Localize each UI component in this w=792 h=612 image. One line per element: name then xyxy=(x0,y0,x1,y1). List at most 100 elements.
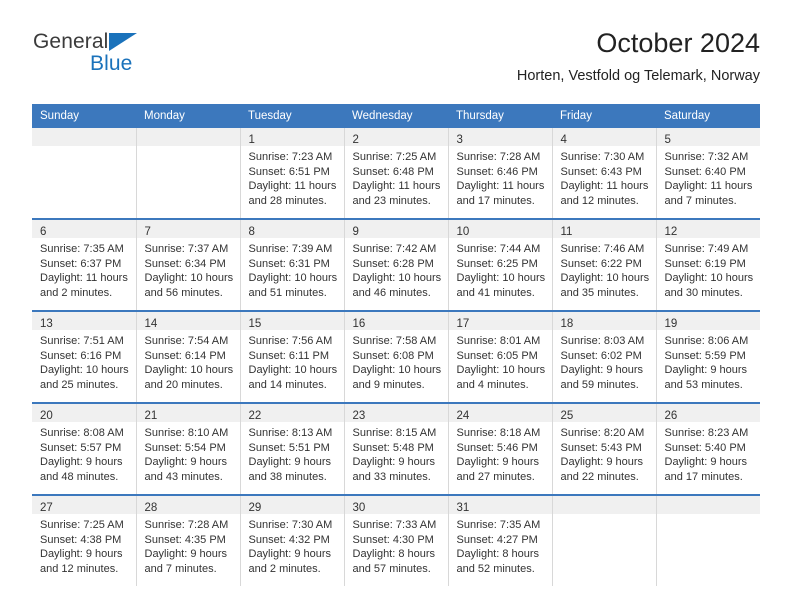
weekday-header-sunday: Sunday xyxy=(32,104,136,128)
day-number-band: 5 xyxy=(656,128,760,146)
day-detail-lines: Sunrise: 7:25 AM Sunset: 6:48 PM Daylight:… xyxy=(345,146,448,208)
day-cell-inner: 14 Sunrise: 7:54 AM Sunset: 6:14 PM Dayligh… xyxy=(136,312,240,402)
day-detail-lines: Sunrise: 8:06 AM Sunset: 5:59 PM Daylight:… xyxy=(657,330,761,392)
day-cell-inner: 1 Sunrise: 7:23 AM Sunset: 6:51 PM Daylight… xyxy=(240,128,344,218)
calendar-day-cell-31[interactable]: 31 Sunrise: 7:35 AM Sunset: 4:27 PM Dayligh… xyxy=(448,494,553,586)
calendar-day-cell-12[interactable]: 12 Sunrise: 7:49 AM Sunset: 6:19 PM Dayligh… xyxy=(656,218,760,311)
day-detail-lines: Sunrise: 7:35 AM Sunset: 4:27 PM Daylight:… xyxy=(449,514,552,576)
day-number: 25 xyxy=(560,410,574,422)
sunset-text: Sunset: 6:11 PM xyxy=(248,349,330,362)
calendar-day-cell-2[interactable]: 2 Sunrise: 7:25 AM Sunset: 6:48 PM Daylight… xyxy=(344,128,449,219)
calendar-day-cell-17[interactable]: 17 Sunrise: 8:01 AM Sunset: 6:05 PM Dayligh… xyxy=(448,310,553,403)
day-cell-inner: 3 Sunrise: 7:28 AM Sunset: 6:46 PM Daylight… xyxy=(448,128,552,218)
sunset-text: Sunset: 5:59 PM xyxy=(664,349,746,362)
daylight-text: and 22 minutes. xyxy=(560,470,639,483)
calendar-day-cell-19[interactable]: 19 Sunrise: 8:06 AM Sunset: 5:59 PM Dayligh… xyxy=(656,310,761,403)
sunset-text: Sunset: 5:46 PM xyxy=(456,441,538,454)
sunset-text: Sunset: 5:40 PM xyxy=(664,441,746,454)
calendar-day-cell-10[interactable]: 10 Sunrise: 7:44 AM Sunset: 6:25 PM Dayligh… xyxy=(448,218,553,311)
sunrise-text: Sunrise: 7:25 AM xyxy=(352,151,437,163)
day-detail-lines: Sunrise: 8:13 AM Sunset: 5:51 PM Daylight:… xyxy=(241,422,344,484)
daylight-text: Daylight: 10 hours xyxy=(40,364,129,377)
calendar-day-cell-11[interactable]: 11 Sunrise: 7:46 AM Sunset: 6:22 PM Dayligh… xyxy=(552,218,657,311)
daylight-text: and 12 minutes. xyxy=(560,194,639,207)
day-detail-lines: Sunrise: 7:32 AM Sunset: 6:40 PM Daylight:… xyxy=(657,146,761,208)
calendar-day-cell-14[interactable]: 14 Sunrise: 7:54 AM Sunset: 6:14 PM Dayligh… xyxy=(136,310,241,403)
calendar-day-cell-6[interactable]: 6 Sunrise: 7:35 AM Sunset: 6:37 PM Daylight… xyxy=(32,218,137,311)
calendar-day-cell-21[interactable]: 21 Sunrise: 8:10 AM Sunset: 5:54 PM Dayligh… xyxy=(136,402,241,495)
calendar-day-cell-3[interactable]: 3 Sunrise: 7:28 AM Sunset: 6:46 PM Daylight… xyxy=(448,128,553,219)
calendar-day-cell-1[interactable]: 1 Sunrise: 7:23 AM Sunset: 6:51 PM Daylight… xyxy=(240,128,345,219)
sunrise-text: Sunrise: 7:30 AM xyxy=(560,151,645,163)
general-blue-logo[interactable]: General Blue xyxy=(32,30,262,94)
calendar-header: Sunday Monday Tuesday Wednesday Thursday Frid… xyxy=(32,104,760,128)
day-number-band: 15 xyxy=(240,312,344,330)
day-cell-inner: 30 Sunrise: 7:33 AM Sunset: 4:30 PM Dayligh… xyxy=(344,496,448,586)
day-number-band: 16 xyxy=(344,312,448,330)
calendar-week-row: 13 Sunrise: 7:51 AM Sunset: 6:16 PM Dayligh… xyxy=(32,310,761,403)
calendar-day-cell-20[interactable]: 20 Sunrise: 8:08 AM Sunset: 5:57 PM Dayligh… xyxy=(32,402,137,495)
calendar-day-cell-4[interactable]: 4 Sunrise: 7:30 AM Sunset: 6:43 PM Daylight… xyxy=(552,128,657,219)
daylight-text: and 41 minutes. xyxy=(456,286,535,299)
calendar-day-cell-16[interactable]: 16 Sunrise: 7:58 AM Sunset: 6:08 PM Dayligh… xyxy=(344,310,449,403)
calendar-day-cell-7[interactable]: 7 Sunrise: 7:37 AM Sunset: 6:34 PM Daylight… xyxy=(136,218,241,311)
logo-triangle-icon xyxy=(109,33,137,51)
sunrise-text: Sunrise: 7:23 AM xyxy=(248,151,333,163)
day-number-band: 23 xyxy=(344,404,448,422)
day-number: 3 xyxy=(456,134,463,146)
sunset-text: Sunset: 4:27 PM xyxy=(456,533,538,546)
calendar-day-cell-9[interactable]: 9 Sunrise: 7:42 AM Sunset: 6:28 PM Daylight… xyxy=(344,218,449,311)
calendar-day-cell-28[interactable]: 28 Sunrise: 7:28 AM Sunset: 4:35 PM Dayligh… xyxy=(136,494,241,586)
daylight-text: and 7 minutes. xyxy=(664,194,737,207)
day-number-band: 30 xyxy=(344,496,448,514)
day-number-band xyxy=(32,128,136,146)
sunrise-text: Sunrise: 7:58 AM xyxy=(352,335,437,347)
daylight-text: Daylight: 10 hours xyxy=(248,364,338,377)
calendar-day-cell-30[interactable]: 30 Sunrise: 7:33 AM Sunset: 4:30 PM Dayligh… xyxy=(344,494,449,586)
day-number: 1 xyxy=(248,134,255,146)
day-cell-inner: 11 Sunrise: 7:46 AM Sunset: 6:22 PM Dayligh… xyxy=(552,220,656,310)
daylight-text: Daylight: 9 hours xyxy=(40,548,123,561)
day-detail-lines: Sunrise: 8:10 AM Sunset: 5:54 PM Daylight:… xyxy=(137,422,240,484)
daylight-text: and 2 minutes. xyxy=(248,562,321,575)
calendar-week-row: 1 Sunrise: 7:23 AM Sunset: 6:51 PM Daylight… xyxy=(32,128,760,219)
daylight-text: Daylight: 10 hours xyxy=(352,364,442,377)
sunrise-text: Sunrise: 7:32 AM xyxy=(664,151,749,163)
day-number: 2 xyxy=(352,134,359,146)
day-number: 30 xyxy=(352,502,366,514)
calendar-day-cell-27[interactable]: 27 Sunrise: 7:25 AM Sunset: 4:38 PM Dayligh… xyxy=(32,494,137,586)
day-detail-lines: Sunrise: 8:23 AM Sunset: 5:40 PM Daylight:… xyxy=(657,422,761,484)
page-header: General Blue October 2024 Horten, Vestfo… xyxy=(32,26,760,98)
sunset-text: Sunset: 4:32 PM xyxy=(248,533,330,546)
calendar-day-cell-22[interactable]: 22 Sunrise: 8:13 AM Sunset: 5:51 PM Dayligh… xyxy=(240,402,345,495)
day-detail-lines: Sunrise: 8:20 AM Sunset: 5:43 PM Daylight:… xyxy=(553,422,656,484)
day-detail-lines: Sunrise: 7:35 AM Sunset: 6:37 PM Daylight:… xyxy=(32,238,136,300)
sunset-text: Sunset: 4:38 PM xyxy=(40,533,122,546)
daylight-text: Daylight: 11 hours xyxy=(560,180,649,193)
daylight-text: Daylight: 8 hours xyxy=(352,548,436,561)
calendar-day-cell-5[interactable]: 5 Sunrise: 7:32 AM Sunset: 6:40 PM Daylight… xyxy=(656,128,760,219)
day-number-band: 21 xyxy=(136,404,240,422)
daylight-text: and 43 minutes. xyxy=(144,470,223,483)
day-detail-lines: Sunrise: 7:54 AM Sunset: 6:14 PM Daylight:… xyxy=(137,330,240,392)
sunrise-text: Sunrise: 7:42 AM xyxy=(352,243,437,255)
calendar-page: General Blue October 2024 Horten, Vestfo… xyxy=(0,0,792,612)
day-cell-inner: 5 Sunrise: 7:32 AM Sunset: 6:40 PM Daylight… xyxy=(656,128,761,218)
calendar-day-cell-25[interactable]: 25 Sunrise: 8:20 AM Sunset: 5:43 PM Dayligh… xyxy=(552,402,657,495)
calendar-day-cell-13[interactable]: 13 Sunrise: 7:51 AM Sunset: 6:16 PM Dayligh… xyxy=(32,310,137,403)
calendar-day-cell-29[interactable]: 29 Sunrise: 7:30 AM Sunset: 4:32 PM Dayligh… xyxy=(240,494,345,586)
calendar-day-cell-23[interactable]: 23 Sunrise: 8:15 AM Sunset: 5:48 PM Dayligh… xyxy=(344,402,449,495)
sunrise-text: Sunrise: 7:33 AM xyxy=(352,519,437,531)
weekday-header-friday: Friday xyxy=(552,104,656,128)
daylight-text: and 27 minutes. xyxy=(456,470,535,483)
calendar-day-cell-15[interactable]: 15 Sunrise: 7:56 AM Sunset: 6:11 PM Dayligh… xyxy=(240,310,345,403)
calendar-day-cell-18[interactable]: 18 Sunrise: 8:03 AM Sunset: 6:02 PM Dayligh… xyxy=(552,310,657,403)
calendar-day-cell-8[interactable]: 8 Sunrise: 7:39 AM Sunset: 6:31 PM Daylight… xyxy=(240,218,345,311)
sunset-text: Sunset: 4:35 PM xyxy=(144,533,226,546)
day-detail-lines: Sunrise: 7:23 AM Sunset: 6:51 PM Daylight:… xyxy=(241,146,344,208)
daylight-text: and 46 minutes. xyxy=(352,286,431,299)
day-number: 22 xyxy=(248,410,262,422)
weekday-header-tuesday: Tuesday xyxy=(240,104,344,128)
calendar-day-cell-24[interactable]: 24 Sunrise: 8:18 AM Sunset: 5:46 PM Dayligh… xyxy=(448,402,553,495)
calendar-day-cell-26[interactable]: 26 Sunrise: 8:23 AM Sunset: 5:40 PM Dayligh… xyxy=(656,402,761,495)
